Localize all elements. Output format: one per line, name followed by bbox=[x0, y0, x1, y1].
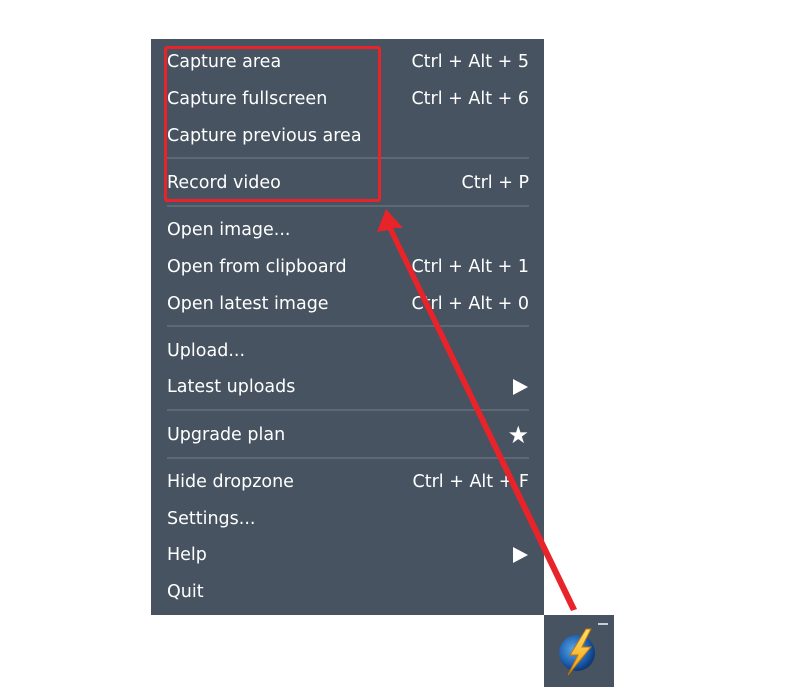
menu-item-label: Upload... bbox=[167, 341, 246, 361]
context-menu: Capture area Ctrl + Alt + 5 Capture full… bbox=[151, 39, 544, 615]
menu-item-label: Upgrade plan bbox=[167, 425, 286, 445]
menu-item-label: Latest uploads bbox=[167, 377, 296, 397]
menu-item-shortcut: Ctrl + Alt + 6 bbox=[411, 89, 529, 109]
menu-separator bbox=[167, 409, 529, 411]
menu-item-label: Capture previous area bbox=[167, 126, 362, 146]
submenu-arrow-icon bbox=[513, 547, 528, 563]
menu-item-label: Quit bbox=[167, 582, 204, 602]
menu-separator bbox=[167, 157, 529, 159]
menu-item-settings[interactable]: Settings... bbox=[167, 502, 529, 536]
menu-separator bbox=[167, 205, 529, 207]
menu-item-upgrade-plan[interactable]: Upgrade plan ★ bbox=[167, 418, 529, 452]
menu-item-capture-previous-area[interactable]: Capture previous area bbox=[167, 119, 529, 153]
menu-item-label: Capture fullscreen bbox=[167, 89, 328, 109]
system-tray bbox=[544, 615, 614, 687]
menu-item-open-image[interactable]: Open image... bbox=[167, 213, 529, 247]
star-icon: ★ bbox=[507, 421, 529, 449]
menu-item-label: Hide dropzone bbox=[167, 472, 294, 492]
menu-item-capture-fullscreen[interactable]: Capture fullscreen Ctrl + Alt + 6 bbox=[167, 82, 529, 116]
menu-item-label: Record video bbox=[167, 173, 281, 193]
menu-separator bbox=[167, 457, 529, 459]
submenu-arrow-icon bbox=[513, 379, 528, 395]
lightning-bolt-app-icon[interactable] bbox=[555, 625, 603, 677]
menu-item-label: Open from clipboard bbox=[167, 257, 347, 277]
menu-item-record-video[interactable]: Record video Ctrl + P bbox=[167, 166, 529, 200]
menu-item-open-latest-image[interactable]: Open latest image Ctrl + Alt + 0 bbox=[167, 287, 529, 321]
menu-separator bbox=[167, 325, 529, 327]
menu-item-shortcut: Ctrl + Alt + 0 bbox=[411, 294, 529, 314]
menu-item-shortcut: Ctrl + Alt + 1 bbox=[411, 257, 529, 277]
menu-item-shortcut: Ctrl + P bbox=[461, 173, 529, 193]
menu-item-label: Settings... bbox=[167, 509, 256, 529]
menu-item-help[interactable]: Help bbox=[167, 538, 529, 572]
menu-item-shortcut: Ctrl + Alt + F bbox=[412, 472, 529, 492]
menu-item-label: Help bbox=[167, 545, 207, 565]
menu-item-open-from-clipboard[interactable]: Open from clipboard Ctrl + Alt + 1 bbox=[167, 250, 529, 284]
menu-item-label: Capture area bbox=[167, 52, 282, 72]
menu-item-upload[interactable]: Upload... bbox=[167, 334, 529, 368]
menu-item-label: Open latest image bbox=[167, 294, 329, 314]
menu-item-quit[interactable]: Quit bbox=[167, 575, 529, 609]
menu-item-label: Open image... bbox=[167, 220, 291, 240]
menu-item-latest-uploads[interactable]: Latest uploads bbox=[167, 370, 529, 404]
menu-item-shortcut: Ctrl + Alt + 5 bbox=[411, 52, 529, 72]
menu-item-hide-dropzone[interactable]: Hide dropzone Ctrl + Alt + F bbox=[167, 465, 529, 499]
menu-item-capture-area[interactable]: Capture area Ctrl + Alt + 5 bbox=[167, 45, 529, 79]
